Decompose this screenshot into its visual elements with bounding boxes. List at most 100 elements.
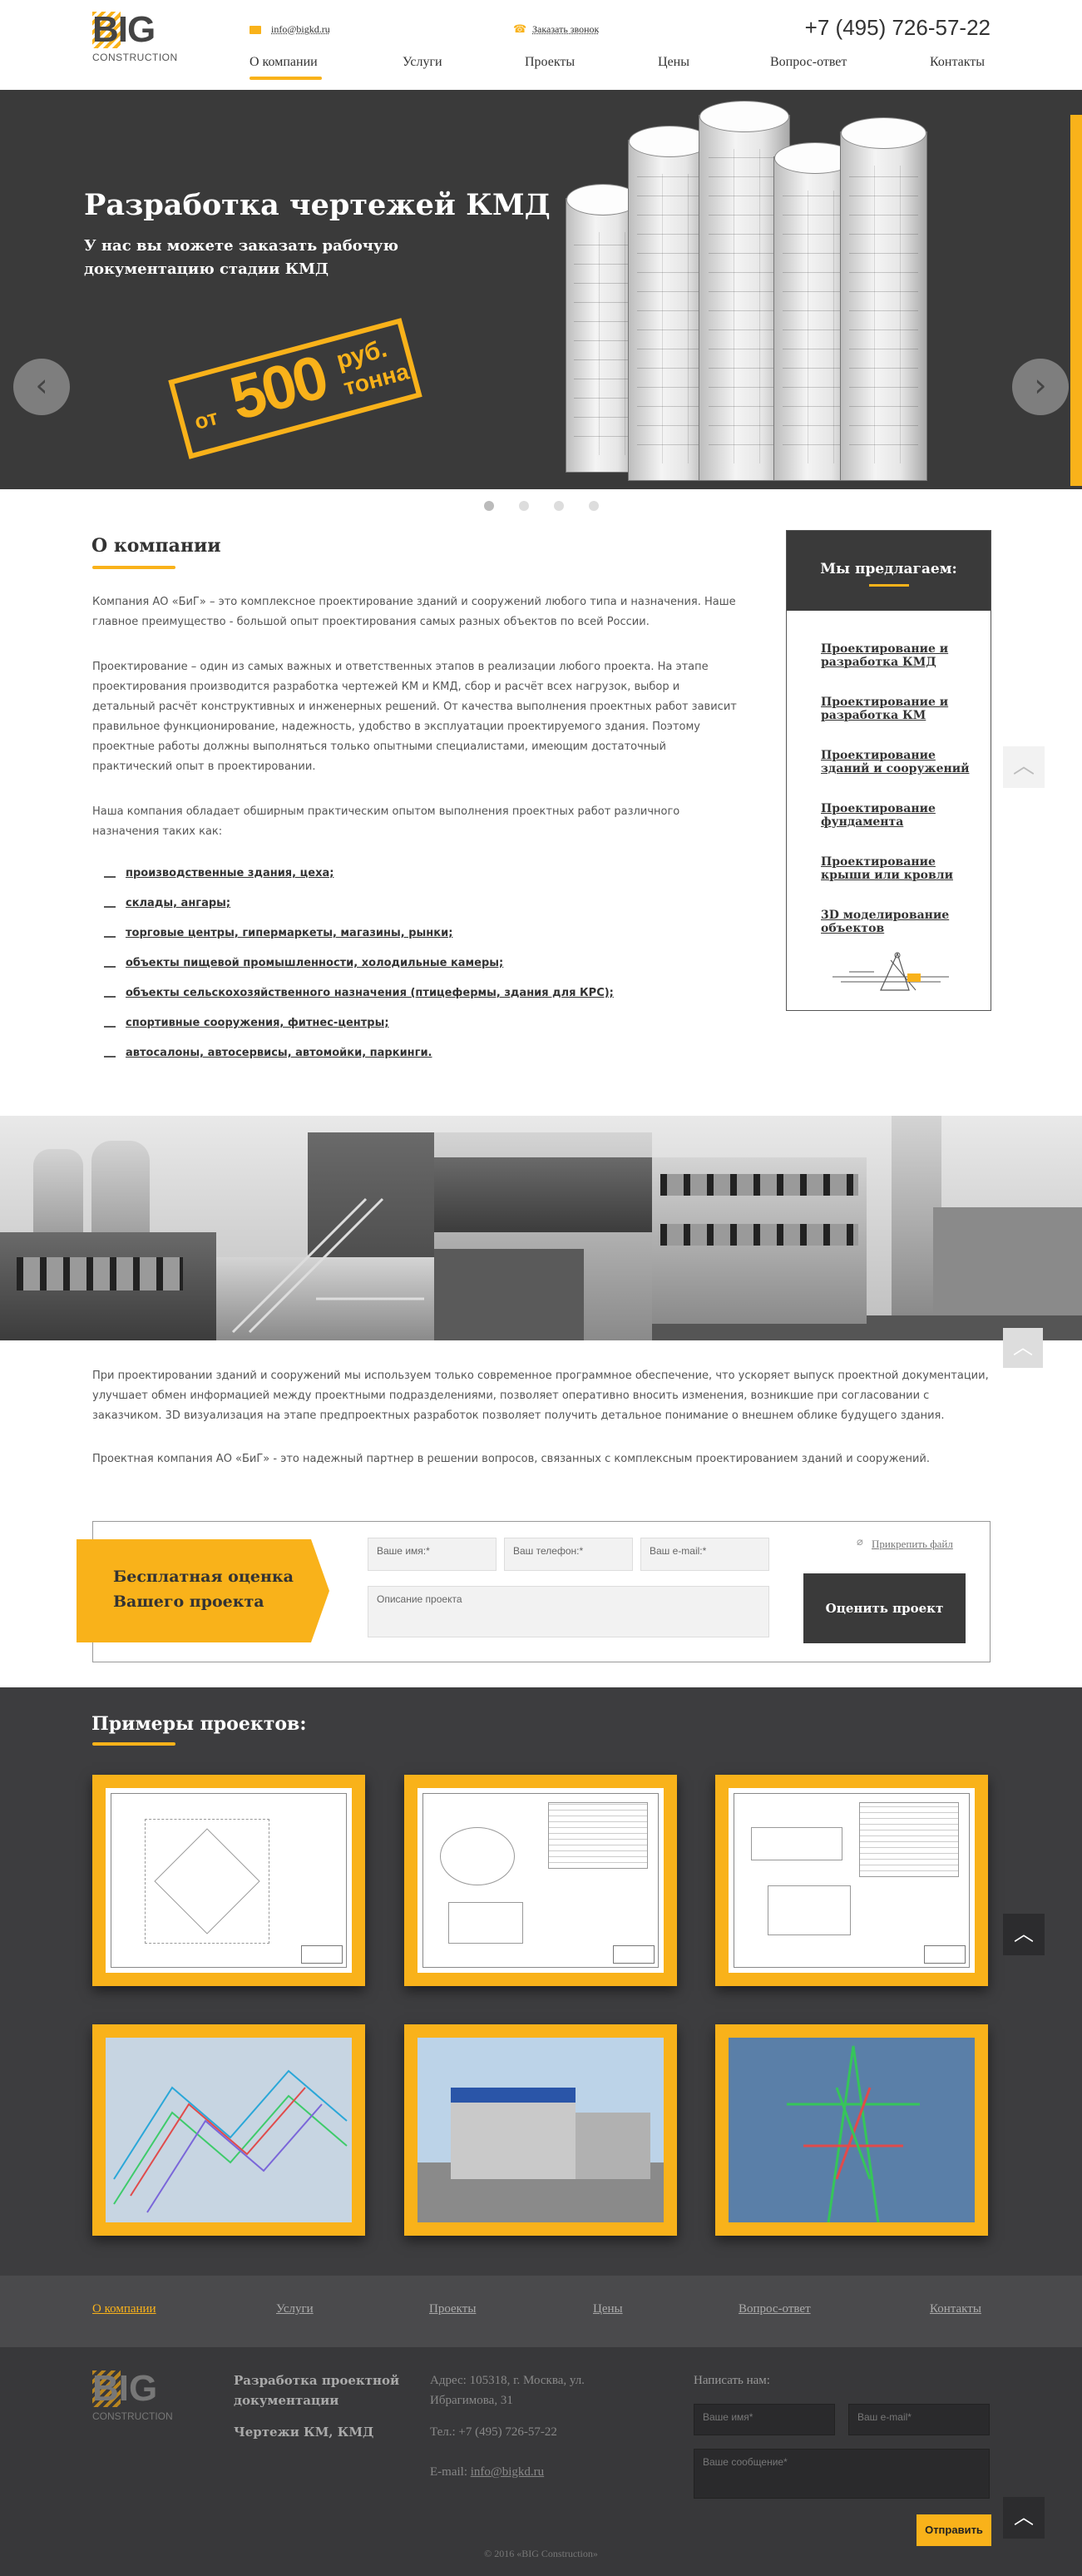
hero-blueprints-image [532, 101, 940, 489]
offer-header: Мы предлагаем: [787, 531, 991, 611]
gallery-photo-2[interactable] [216, 1116, 434, 1340]
copyright: © 2016 «BIG Construction» [484, 2548, 598, 2559]
footer-email-label: E-mail: [430, 2465, 467, 2479]
footer-nav-prices[interactable]: Цены [593, 2302, 623, 2316]
about-paragraph-1: Компания АО «БиГ» – это комплексное прое… [92, 596, 736, 628]
slider-prev-button[interactable]: ‹ [13, 359, 70, 415]
scroll-top-button[interactable]: ︿ [1003, 2497, 1045, 2539]
hero-accent-bar [1070, 115, 1082, 486]
footer-nav-services[interactable]: Услуги [276, 2302, 314, 2316]
nav-item-projects[interactable]: Проекты [525, 55, 575, 70]
slider-next-button[interactable]: › [1012, 359, 1069, 415]
offer-item-3d[interactable]: 3D моделирование объектов [821, 909, 979, 935]
slider-dot-4[interactable] [589, 501, 599, 511]
description-input[interactable]: Описание проекта [368, 1586, 769, 1637]
gallery-photo-3[interactable] [434, 1116, 652, 1340]
offer-item-foundation[interactable]: Проектирование фундамента [821, 802, 979, 829]
offer-item-roof[interactable]: Проектирование крыши или кровли [821, 855, 979, 882]
software-paragraph: При проектировании зданий и сооружений м… [92, 1370, 989, 1422]
header-phone[interactable]: +7 (495) 726-57-22 [805, 15, 991, 41]
slider-dot-2[interactable] [519, 501, 529, 511]
mail-icon [250, 26, 261, 34]
project-card-6[interactable] [715, 2024, 988, 2236]
gallery-photo-4[interactable] [652, 1116, 867, 1340]
offer-sidebar: Мы предлагаем: Проектирование и разработ… [786, 530, 991, 1011]
email-input[interactable]: Ваш e-mail:* [640, 1538, 769, 1571]
hero-title: Разработка чертежей КМД [84, 188, 551, 222]
footer-services: Чертежи КМ, КМД [234, 2425, 374, 2440]
nav-item-prices[interactable]: Цены [658, 55, 689, 70]
price-stamp: от 500 руб. тонна [168, 318, 422, 459]
attach-file-link[interactable]: Прикрепить файл [872, 1538, 953, 1551]
list-item-link[interactable]: объекты пищевой промышленности, холодиль… [126, 957, 503, 969]
footer-nav-about[interactable]: О компании [92, 2302, 156, 2316]
project-card-3[interactable] [715, 1775, 988, 1986]
nav-item-faq[interactable]: Вопрос-ответ [770, 55, 847, 70]
name-input[interactable]: Ваше имя:* [368, 1538, 497, 1571]
footer-nav-contacts[interactable]: Контакты [930, 2302, 981, 2316]
hero-slider: Разработка чертежей КМД У нас вы можете … [0, 90, 1082, 489]
slider-dots [0, 501, 1082, 513]
list-item-link[interactable]: объекты сельскохозяйственного назначения… [126, 987, 614, 999]
footer-name-input[interactable]: Ваше имя* [694, 2404, 835, 2435]
project-card-4[interactable] [92, 2024, 365, 2236]
offer-item-kmd[interactable]: Проектирование и разработка КМД [821, 642, 979, 669]
phone-input[interactable]: Ваш телефон:* [504, 1538, 633, 1571]
offer-title: Мы предлагаем: [820, 561, 957, 577]
project-card-1[interactable] [92, 1775, 365, 1986]
project-card-2[interactable] [404, 1775, 677, 1986]
title-underline [92, 566, 175, 569]
drafting-tools-icon [832, 952, 949, 991]
footer-message-input[interactable]: Ваше сообщение* [694, 2449, 990, 2499]
scroll-top-button[interactable]: ︿ [1003, 746, 1045, 788]
chevron-up-icon: ︿ [1014, 1922, 1034, 1945]
offer-item-buildings[interactable]: Проектирование зданий и сооружений [821, 749, 979, 775]
footer-phone: Тел.: +7 (495) 726-57-22 [430, 2425, 557, 2439]
about-paragraph-3: Наша компания обладает обширным практиче… [92, 805, 680, 838]
slider-dot-3[interactable] [554, 501, 564, 511]
site-header: BIG CONSTRUCTION info@bigkd.ru ☎ Заказат… [0, 0, 1082, 90]
list-item-link[interactable]: торговые центры, гипермаркеты, магазины,… [126, 927, 452, 939]
slider-dot-1[interactable] [484, 501, 494, 511]
scroll-top-button[interactable]: ︿ [1003, 1914, 1045, 1955]
footer-send-button[interactable]: Отправить [916, 2514, 991, 2546]
callback-link[interactable]: Заказать звонок [532, 23, 599, 36]
offer-title-underline [869, 584, 909, 587]
footer-nav-faq[interactable]: Вопрос-ответ [739, 2302, 811, 2316]
estimate-submit-button[interactable]: Оценить проект [803, 1573, 966, 1643]
header-email-link[interactable]: info@bigkd.ru [271, 23, 330, 36]
nav-item-about[interactable]: О компании [250, 55, 318, 70]
footer-logo-text: BIG [92, 2368, 158, 2409]
footer-logo[interactable]: BIG CONSTRUCTION [92, 2370, 190, 2425]
estimate-form-label: Бесплатная оценка Вашего проекта [77, 1539, 334, 1642]
nav-item-services[interactable]: Услуги [403, 55, 442, 70]
logo[interactable]: BIG CONSTRUCTION [92, 12, 190, 67]
chevron-up-icon: ︿ [1014, 2505, 1034, 2529]
write-us-title: Написать нам: [694, 2374, 770, 2387]
offer-item-km[interactable]: Проектирование и разработка КМ [821, 696, 979, 722]
footer-address: Адрес: 105318, г. Москва, ул. Ибрагимова… [430, 2374, 585, 2407]
scroll-top-button[interactable]: ︿ [1003, 1328, 1043, 1368]
about-paragraph-2: Проектирование – один из самых важных и … [92, 661, 737, 773]
projects-title: Примеры проектов: [91, 1713, 307, 1735]
chevron-up-icon: ︿ [1012, 754, 1035, 779]
footer-nav: О компании Услуги Проекты Цены Вопрос-от… [0, 2276, 1082, 2347]
chevron-up-icon: ︿ [1013, 1335, 1033, 1359]
footer-email-input[interactable]: Ваш e-mail* [848, 2404, 990, 2435]
list-item-link[interactable]: производственные здания, цеха; [126, 867, 333, 879]
list-item-link[interactable]: склады, ангары; [126, 897, 230, 909]
nav-item-contacts[interactable]: Контакты [930, 55, 985, 70]
footer-email-link[interactable]: info@bigkd.ru [471, 2465, 544, 2479]
footer-nav-projects[interactable]: Проекты [429, 2302, 476, 2316]
title-underline [92, 1742, 175, 1746]
nav-active-indicator [250, 77, 322, 80]
list-item-link[interactable]: спортивные сооружения, фитнес-центры; [126, 1017, 389, 1029]
gallery-photo-1[interactable] [0, 1116, 216, 1340]
chevron-left-icon: ‹ [35, 367, 48, 404]
project-card-5[interactable] [404, 2024, 677, 2236]
gallery-photo-5[interactable] [867, 1116, 1082, 1340]
list-item-link[interactable]: автосалоны, автосервисы, автомойки, парк… [126, 1047, 432, 1059]
footer-logo-subtitle: CONSTRUCTION [92, 2410, 173, 2422]
chevron-right-icon: › [1034, 367, 1047, 404]
projects-section: Примеры проектов: [0, 1687, 1082, 2276]
